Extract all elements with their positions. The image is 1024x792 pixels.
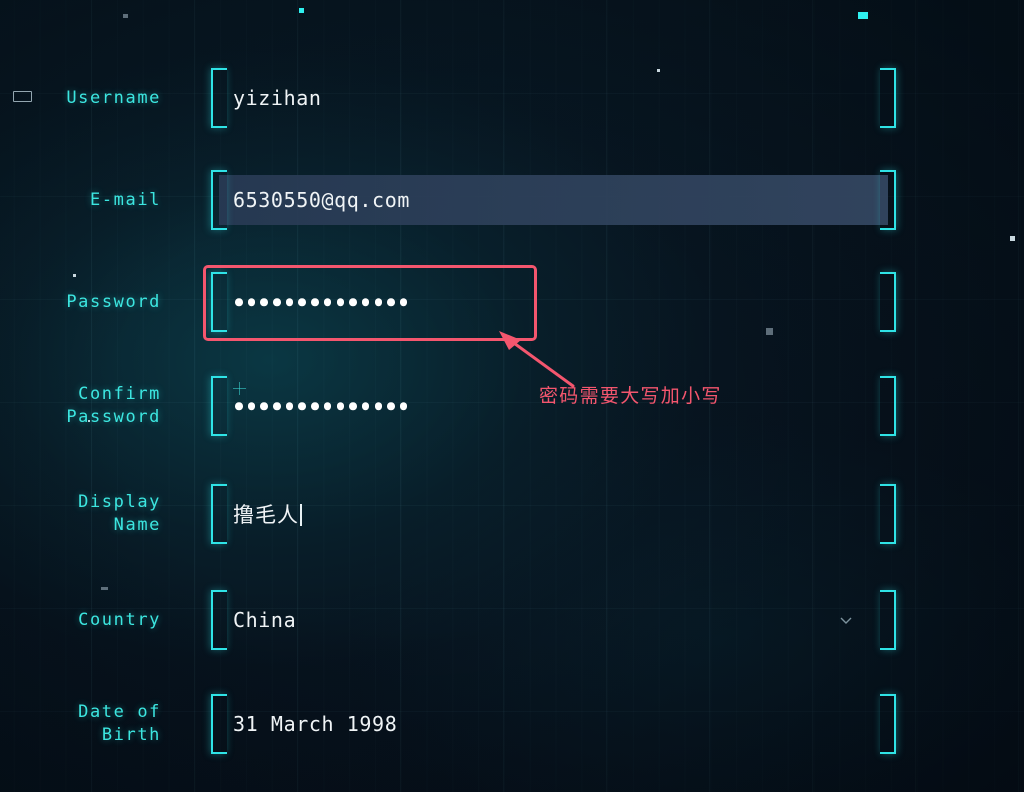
- label-email: E-mail: [89, 189, 161, 210]
- form-row-confirm-password: Confirm Password: [0, 370, 1024, 442]
- annotation-text: 密码需要大写加小写: [539, 385, 722, 407]
- chevron-down-icon[interactable]: [840, 614, 852, 626]
- value-text-display-name: 撸毛人: [233, 503, 299, 527]
- label-display-name: Display Name: [78, 492, 161, 535]
- field-display-name[interactable]: 撸毛人: [211, 478, 896, 550]
- bracket-left-email: [211, 170, 227, 230]
- bracket-right-confirm-password: [880, 376, 896, 436]
- bracket-right-password: [880, 272, 896, 332]
- form-row-date-of-birth: Date of Birth 31 March 1998: [0, 688, 1024, 760]
- form-row-username: Username yizihan: [0, 62, 1024, 134]
- bracket-right-username: [880, 68, 896, 128]
- bracket-right-country: [880, 590, 896, 650]
- password-dots-password: [235, 298, 408, 306]
- value-text-username: yizihan: [233, 86, 322, 110]
- value-username: yizihan: [233, 86, 322, 110]
- form-row-country: Country China: [0, 584, 1024, 656]
- label-username: Username: [66, 87, 161, 108]
- value-date-of-birth: 31 March 1998: [233, 712, 397, 736]
- bracket-left-password: [211, 272, 227, 332]
- field-country[interactable]: China: [211, 584, 896, 656]
- form-fields: Username yizihan E-mail 6530550@qq.com Passw…: [0, 0, 1024, 792]
- field-email[interactable]: 6530550@qq.com: [211, 164, 896, 236]
- label-date-of-birth: Date of Birth: [78, 702, 161, 745]
- value-country: China: [233, 608, 296, 632]
- password-dots-confirm-password: [235, 402, 408, 410]
- form-row-password: Password: [0, 266, 1024, 338]
- label-password: Password: [66, 291, 161, 312]
- label-country: Country: [78, 609, 161, 630]
- field-date-of-birth[interactable]: 31 March 1998: [211, 688, 896, 760]
- bracket-left-username: [211, 68, 227, 128]
- registration-form-screen: Username yizihan E-mail 6530550@qq.com Passw…: [0, 0, 1024, 792]
- field-username[interactable]: yizihan: [211, 62, 896, 134]
- value-email: 6530550@qq.com: [233, 188, 410, 212]
- bracket-right-display-name: [880, 484, 896, 544]
- bracket-left-confirm-password: [211, 376, 227, 436]
- bracket-right-email: [880, 170, 896, 230]
- field-password[interactable]: [211, 266, 896, 338]
- value-text-email: 6530550@qq.com: [233, 188, 410, 212]
- bracket-left-display-name: [211, 484, 227, 544]
- bracket-left-country: [211, 590, 227, 650]
- value-text-date-of-birth: 31 March 1998: [233, 712, 398, 736]
- label-confirm-password: Confirm Password: [66, 384, 161, 427]
- value-display-name: 撸毛人: [233, 499, 302, 529]
- value-text-country: China: [233, 608, 297, 632]
- bracket-left-date-of-birth: [211, 694, 227, 754]
- plus-tick-icon: [233, 382, 246, 395]
- text-cursor: [300, 504, 302, 526]
- form-row-display-name: Display Name 撸毛人: [0, 478, 1024, 550]
- form-row-email: E-mail 6530550@qq.com: [0, 164, 1024, 236]
- bracket-right-date-of-birth: [880, 694, 896, 754]
